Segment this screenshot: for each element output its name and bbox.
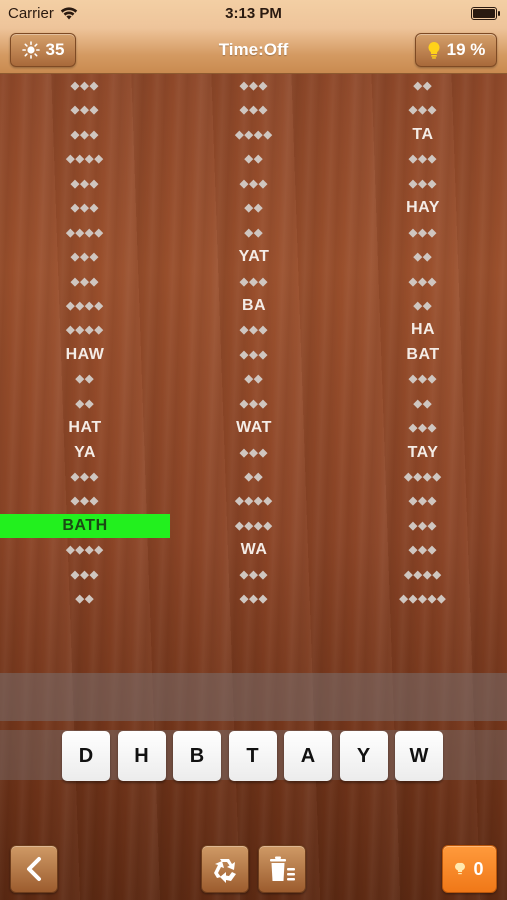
hidden-word-slot: ◆◆◆ xyxy=(408,373,438,386)
found-word[interactable]: HA xyxy=(338,318,507,342)
hidden-word-slot: ◆◆◆◆ xyxy=(404,471,442,483)
hidden-word-slot: ◆◆ xyxy=(244,373,264,386)
hidden-word-slot: ◆◆◆◆ xyxy=(404,568,442,581)
hidden-word-slot: ◆◆◆ xyxy=(70,568,100,581)
letter-tile[interactable]: Y xyxy=(339,731,388,781)
found-word[interactable]: HAW xyxy=(0,343,170,367)
battery-icon xyxy=(471,7,500,20)
found-word[interactable]: TAY xyxy=(338,441,507,465)
hidden-word-slot: ◆◆ xyxy=(413,80,433,92)
hidden-word-slot: ◆◆◆ xyxy=(70,275,100,288)
found-word[interactable]: TA xyxy=(338,123,507,147)
hidden-word-slot: ◆◆◆ xyxy=(408,226,438,239)
letter-tile[interactable]: W xyxy=(395,731,443,781)
found-word[interactable]: WA xyxy=(169,538,339,562)
hidden-word-slot: ◆◆◆◆ xyxy=(66,324,104,337)
word-column-2: ◆◆◆ ◆◆◆ ◆◆◆◆ ◆◆ ◆◆◆ ◆◆ ◆◆ YAT ◆◆◆ BA ◆◆◆ ◆◆◆ ◆◆ ◆◆◆ WA… xyxy=(169,74,339,612)
hidden-word-slot: ◆◆ xyxy=(75,397,95,410)
status-bar: Carrier 3:13 PM xyxy=(0,0,507,28)
found-word[interactable]: YAT xyxy=(169,245,339,269)
lightbulb-icon xyxy=(428,41,440,59)
hidden-word-slot: ◆◆ xyxy=(244,471,264,483)
hidden-word-slot: ◆◆◆ xyxy=(239,568,269,581)
hidden-word-slot: ◆◆◆ xyxy=(408,519,438,532)
hidden-word-slot: ◆◆◆◆ xyxy=(235,519,273,532)
hidden-word-slot: ◆◆◆ xyxy=(70,471,100,483)
shuffle-icon xyxy=(214,859,236,883)
hidden-word-slot: ◆◆ xyxy=(244,153,264,166)
hidden-word-slot: ◆◆ xyxy=(413,397,433,410)
hidden-word-slot: ◆◆◆ xyxy=(408,544,438,557)
current-word-bar xyxy=(0,673,507,721)
hidden-word-slot: ◆◆◆ xyxy=(408,422,438,435)
hint-percent: 19 % xyxy=(446,40,486,59)
hidden-word-slot: ◆◆◆ xyxy=(239,177,269,190)
found-word[interactable]: HAT xyxy=(0,416,170,440)
hidden-word-slot: ◆◆ xyxy=(244,202,264,215)
hidden-word-slot: ◆◆ xyxy=(244,226,264,239)
found-word[interactable]: YA xyxy=(0,441,170,465)
hint-button[interactable]: 0 xyxy=(442,845,497,893)
hidden-word-slot: ◆◆◆ xyxy=(70,80,100,92)
hidden-word-slot: ◆◆◆ xyxy=(408,275,438,288)
hidden-word-slot: ◆◆◆ xyxy=(408,104,438,117)
hidden-word-slot: ◆◆◆ xyxy=(239,80,269,92)
hidden-word-slot: ◆◆◆ xyxy=(239,397,269,410)
hint-lightbulb-icon xyxy=(455,862,466,875)
hidden-word-slot: ◆◆ xyxy=(413,251,433,264)
shuffle-button[interactable] xyxy=(201,845,249,893)
hidden-word-slot: ◆◆◆ xyxy=(70,128,100,141)
hidden-word-slot: ◆◆◆◆ xyxy=(66,544,104,557)
hidden-word-slot: ◆◆◆◆ xyxy=(235,128,273,141)
found-word[interactable]: WAT xyxy=(169,416,339,440)
chevron-left-icon xyxy=(27,857,41,881)
hidden-word-slot: ◆◆◆ xyxy=(239,104,269,117)
hidden-word-slot: ◆◆◆◆ xyxy=(66,153,104,166)
letter-tile[interactable]: T xyxy=(228,731,277,781)
hidden-word-slot: ◆◆◆ xyxy=(239,446,269,459)
hidden-word-slot: ◆◆ xyxy=(75,593,95,606)
trash-icon xyxy=(270,856,295,881)
hidden-word-slot: ◆◆ xyxy=(75,373,95,386)
hidden-word-slot: ◆◆◆◆ xyxy=(66,299,104,312)
found-word[interactable]: BAT xyxy=(338,343,507,367)
found-word[interactable]: HAY xyxy=(338,196,507,220)
letter-tile[interactable]: A xyxy=(284,731,332,781)
hidden-word-slot: ◆◆◆◆ xyxy=(66,226,104,239)
hint-count: 0 xyxy=(473,858,484,879)
word-column-3: ◆◆ ◆◆◆ TA ◆◆◆ ◆◆◆ HAY ◆◆◆ ◆◆ ◆◆◆ ◆◆ HA BAT ◆◆◆ ◆◆ ◆◆◆ T… xyxy=(338,74,507,612)
hidden-word-slot: ◆◆◆ xyxy=(408,495,438,508)
found-word[interactable]: BA xyxy=(169,294,339,318)
letter-tile[interactable]: D xyxy=(62,731,110,781)
hidden-word-slot: ◆◆◆ xyxy=(70,495,100,508)
hidden-word-slot: ◆◆◆ xyxy=(70,104,100,117)
hidden-word-slot: ◆◆◆ xyxy=(70,251,100,264)
hidden-word-slot: ◆◆◆◆ xyxy=(235,495,273,508)
highlighted-word[interactable]: BATH xyxy=(0,513,170,539)
hidden-word-slot: ◆◆ xyxy=(413,299,433,312)
hidden-word-slot: ◆◆◆ xyxy=(239,324,269,337)
back-button[interactable] xyxy=(10,845,58,893)
letter-tile[interactable]: B xyxy=(173,731,221,781)
hint-percent-button[interactable]: 19 % xyxy=(415,33,497,67)
hidden-word-slot: ◆◆◆ xyxy=(408,177,438,190)
word-column-1: ◆◆◆ ◆◆◆ ◆◆◆ ◆◆◆◆ ◆◆◆ ◆◆◆ ◆◆◆◆ ◆◆◆ ◆◆◆ ◆◆◆◆ ◆◆◆◆ HAW… xyxy=(0,74,170,612)
hidden-word-slot: ◆◆◆◆◆ xyxy=(399,593,447,606)
status-time: 3:13 PM xyxy=(225,5,282,22)
letter-tiles: D H B T A Y W xyxy=(62,731,443,781)
hidden-word-slot: ◆◆◆ xyxy=(239,275,269,288)
hidden-word-slot: ◆◆◆ xyxy=(239,593,269,606)
clear-button[interactable] xyxy=(258,845,306,893)
hidden-word-slot: ◆◆◆ xyxy=(408,153,438,166)
letter-tile[interactable]: H xyxy=(117,731,166,781)
hidden-word-slot: ◆◆◆ xyxy=(70,177,100,190)
game-header: 35 Time:Off 19 % xyxy=(0,28,507,74)
hidden-word-slot: ◆◆◆ xyxy=(70,202,100,215)
hidden-word-slot: ◆◆◆ xyxy=(239,348,269,361)
